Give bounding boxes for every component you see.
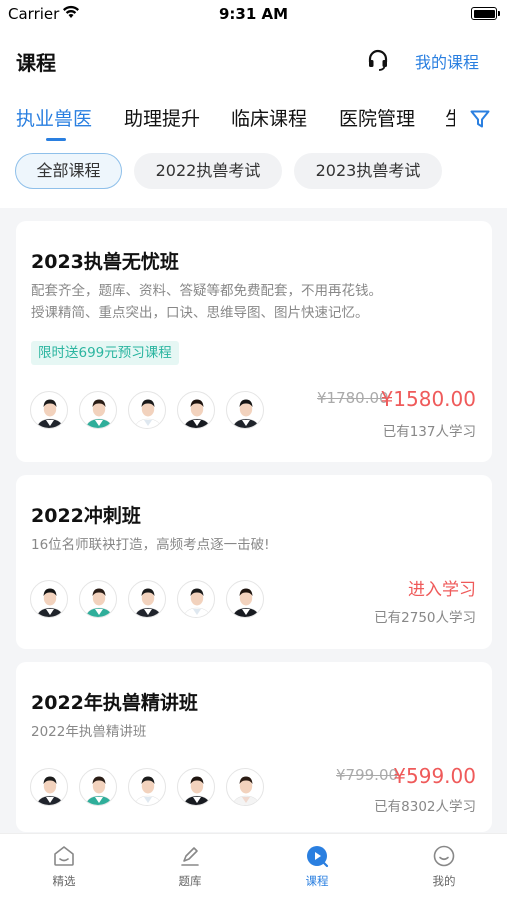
home-icon bbox=[54, 846, 74, 866]
avatar bbox=[79, 391, 117, 429]
course-card[interactable]: 2023执兽无忧班 配套齐全，题库、资料、答疑等都免费配套，不用再花钱。 授课精… bbox=[16, 221, 492, 462]
tab-more[interactable]: 生 bbox=[445, 104, 455, 131]
avatar bbox=[30, 580, 68, 618]
enter-study-button[interactable]: 进入学习 bbox=[408, 575, 476, 600]
top-area: Carrier 9:31 AM 课程 我的课程 执业兽医 助理提升 临床课程 医… bbox=[0, 0, 507, 208]
nav-label: 精选 bbox=[52, 874, 76, 888]
course-card[interactable]: 2022冲刺班 16位名师联袂打造，高频考点逐一击破! 进入学习 已有2750人… bbox=[16, 475, 492, 649]
exam-filter-chips: 全部课程 2022执兽考试 2023执兽考试 bbox=[0, 153, 507, 191]
avatar bbox=[226, 391, 264, 429]
tab-label: 生 bbox=[445, 108, 455, 130]
page-title: 课程 bbox=[16, 51, 56, 75]
nav-label: 课程 bbox=[305, 874, 329, 888]
avatar bbox=[30, 391, 68, 429]
category-tabs: 执业兽医 助理提升 临床课程 医院管理 生 bbox=[0, 104, 455, 144]
tab-label: 临床课程 bbox=[231, 108, 308, 130]
original-price: ¥799.00 bbox=[336, 766, 399, 784]
learner-count: 已有8302人学习 bbox=[374, 799, 476, 815]
avatar bbox=[128, 580, 166, 618]
avatar bbox=[128, 768, 166, 806]
clock: 9:31 AM bbox=[218, 5, 289, 23]
avatar bbox=[30, 768, 68, 806]
description-line: 16位名师联袂打造，高频考点逐一击破! bbox=[31, 537, 270, 553]
nav-courses[interactable]: 课程 bbox=[287, 844, 347, 889]
funnel-icon[interactable] bbox=[469, 108, 491, 130]
page-header: 课程 我的课程 bbox=[0, 44, 507, 78]
chip-2022-exam[interactable]: 2022执兽考试 bbox=[134, 153, 282, 189]
nav-label: 题库 bbox=[178, 874, 202, 888]
nav-question-bank[interactable]: 题库 bbox=[160, 844, 220, 889]
avatar bbox=[128, 391, 166, 429]
description-line: 配套齐全，题库、资料、答疑等都免费配套，不用再花钱。 bbox=[31, 283, 382, 299]
chip-all-courses[interactable]: 全部课程 bbox=[15, 153, 122, 189]
nav-label: 我的 bbox=[432, 874, 456, 888]
course-description: 2022年执兽精讲班 bbox=[31, 721, 146, 743]
tab-active-indicator bbox=[46, 138, 66, 141]
avatar bbox=[177, 768, 215, 806]
course-title: 2022年执兽精讲班 bbox=[31, 692, 198, 714]
battery-icon bbox=[471, 7, 500, 20]
avatar bbox=[79, 768, 117, 806]
avatar bbox=[226, 580, 264, 618]
profile-icon bbox=[433, 845, 455, 867]
nav-profile[interactable]: 我的 bbox=[414, 844, 474, 889]
avatar bbox=[177, 580, 215, 618]
tab-clinical[interactable]: 临床课程 bbox=[231, 104, 307, 131]
promo-tag: 限时送699元预习课程 bbox=[31, 341, 179, 365]
tab-assistant[interactable]: 助理提升 bbox=[124, 104, 200, 131]
status-bar: Carrier 9:31 AM bbox=[0, 0, 507, 28]
nav-featured[interactable]: 精选 bbox=[34, 844, 94, 889]
play-icon bbox=[307, 846, 329, 868]
learner-count: 已有137人学习 bbox=[382, 424, 476, 440]
course-title: 2022冲刺班 bbox=[31, 505, 141, 527]
my-courses-link[interactable]: 我的课程 bbox=[415, 49, 479, 73]
tab-vet-practice[interactable]: 执业兽医 bbox=[16, 104, 93, 141]
avatar bbox=[177, 391, 215, 429]
bottom-tab-bar: 精选 题库 课程 我的 bbox=[0, 833, 507, 900]
tab-hospital-mgmt[interactable]: 医院管理 bbox=[339, 104, 415, 131]
avatar bbox=[226, 768, 264, 806]
original-price: ¥1780.00 bbox=[317, 389, 389, 407]
tab-label: 助理提升 bbox=[124, 108, 201, 130]
chip-2023-exam[interactable]: 2023执兽考试 bbox=[294, 153, 442, 189]
course-card[interactable]: 2022年执兽精讲班 2022年执兽精讲班 ¥799.00 ¥599.00 已有… bbox=[16, 662, 492, 832]
course-title: 2023执兽无忧班 bbox=[31, 251, 179, 273]
avatar bbox=[79, 580, 117, 618]
course-description: 16位名师联袂打造，高频考点逐一击破! bbox=[31, 534, 270, 556]
sale-price: ¥599.00 bbox=[393, 764, 476, 788]
course-description: 配套齐全，题库、资料、答疑等都免费配套，不用再花钱。 授课精简、重点突出，口诀、… bbox=[31, 280, 382, 324]
sale-price: ¥1580.00 bbox=[380, 387, 476, 411]
description-line: 2022年执兽精讲班 bbox=[31, 724, 147, 740]
headset-icon[interactable] bbox=[366, 48, 390, 72]
tab-label: 执业兽医 bbox=[16, 108, 93, 130]
learner-count: 已有2750人学习 bbox=[374, 610, 476, 626]
pencil-icon bbox=[181, 847, 199, 866]
description-line: 授课精简、重点突出，口诀、思维导图、图片快速记忆。 bbox=[31, 305, 369, 321]
tab-label: 医院管理 bbox=[339, 108, 416, 130]
